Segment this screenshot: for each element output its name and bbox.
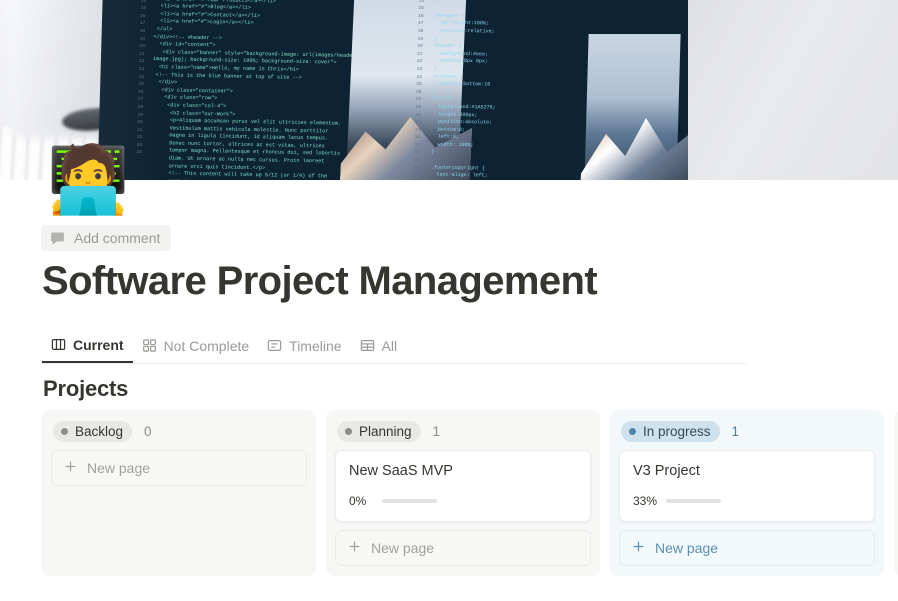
- plus-icon: [64, 460, 77, 476]
- status-badge-backlog[interactable]: Backlog: [53, 420, 133, 442]
- new-page-label: New page: [655, 540, 719, 556]
- tab-timeline-label: Timeline: [289, 337, 342, 354]
- progress-label: 33%: [633, 494, 658, 508]
- status-badge-in-progress[interactable]: In progress: [621, 420, 720, 442]
- new-page-button-planning[interactable]: New page: [335, 530, 591, 566]
- status-dot-icon: [345, 427, 352, 435]
- man-technologist-emoji[interactable]: 🧑‍💻: [47, 140, 129, 218]
- status-label: Backlog: [75, 423, 124, 439]
- tab-all-label: All: [381, 337, 398, 354]
- tab-not-complete-label: Not Complete: [163, 337, 250, 354]
- table-view-icon: [360, 338, 375, 353]
- plus-icon: [348, 540, 361, 556]
- status-badge-planning[interactable]: Planning: [337, 420, 421, 442]
- gallery-view-icon: [142, 338, 157, 353]
- progress-row: 0%: [349, 494, 577, 508]
- add-comment-label: Add comment: [74, 230, 161, 246]
- comment-bubble-icon: [50, 231, 65, 246]
- progress-label: 0%: [349, 494, 367, 508]
- column-header: Backlog 0: [51, 419, 307, 443]
- plus-icon: [632, 540, 645, 556]
- board-view-icon: [51, 337, 66, 352]
- page-title[interactable]: Software Project Management: [42, 259, 598, 304]
- board-column-next[interactable]: [894, 410, 898, 576]
- board-column-in-progress[interactable]: In progress 1 V3 Project 33% New page: [610, 410, 884, 576]
- section-title-projects[interactable]: Projects: [43, 376, 128, 402]
- board-column-backlog[interactable]: Backlog 0 New page: [42, 410, 316, 576]
- column-count: 0: [144, 423, 152, 439]
- new-page-label: New page: [87, 460, 151, 476]
- board-column-planning[interactable]: Planning 1 New SaaS MVP 0% New page: [326, 410, 600, 576]
- progress-track: [666, 499, 722, 503]
- tab-current[interactable]: Current: [42, 328, 133, 363]
- progress-row: 33%: [633, 494, 861, 508]
- project-card-title: V3 Project: [633, 463, 700, 479]
- progress-track: [382, 499, 437, 503]
- project-card-title: New SaaS MVP: [349, 463, 453, 479]
- projects-board: Backlog 0 New page Planning 1 New SaaS M…: [42, 410, 898, 576]
- project-card[interactable]: V3 Project 33%: [619, 450, 875, 522]
- timeline-view-icon: [267, 338, 282, 353]
- tab-all[interactable]: All: [351, 328, 407, 363]
- status-label: Planning: [359, 423, 412, 439]
- add-comment-button[interactable]: Add comment: [41, 225, 172, 251]
- project-card[interactable]: New SaaS MVP 0%: [335, 450, 591, 522]
- new-page-button-in-progress[interactable]: New page: [619, 530, 875, 566]
- page-cover-image[interactable]: 13 14 15 16 17 18 19 20 21 22 23 24 25 2…: [0, 0, 898, 180]
- column-count: 1: [731, 423, 740, 439]
- status-label: In progress: [643, 423, 711, 439]
- tab-timeline[interactable]: Timeline: [258, 328, 350, 363]
- column-count: 1: [432, 423, 441, 439]
- tab-not-complete[interactable]: Not Complete: [133, 328, 259, 363]
- status-dot-icon: [629, 427, 636, 435]
- new-page-label: New page: [371, 540, 435, 556]
- tab-current-label: Current: [73, 336, 124, 353]
- new-page-button-backlog[interactable]: New page: [51, 450, 307, 486]
- status-dot-icon: [61, 427, 68, 435]
- cover-overlay: [0, 0, 898, 180]
- column-header: In progress 1: [619, 419, 875, 443]
- view-tabs: Current Not Complete Timeline All: [42, 328, 747, 364]
- column-header: Planning 1: [335, 419, 591, 443]
